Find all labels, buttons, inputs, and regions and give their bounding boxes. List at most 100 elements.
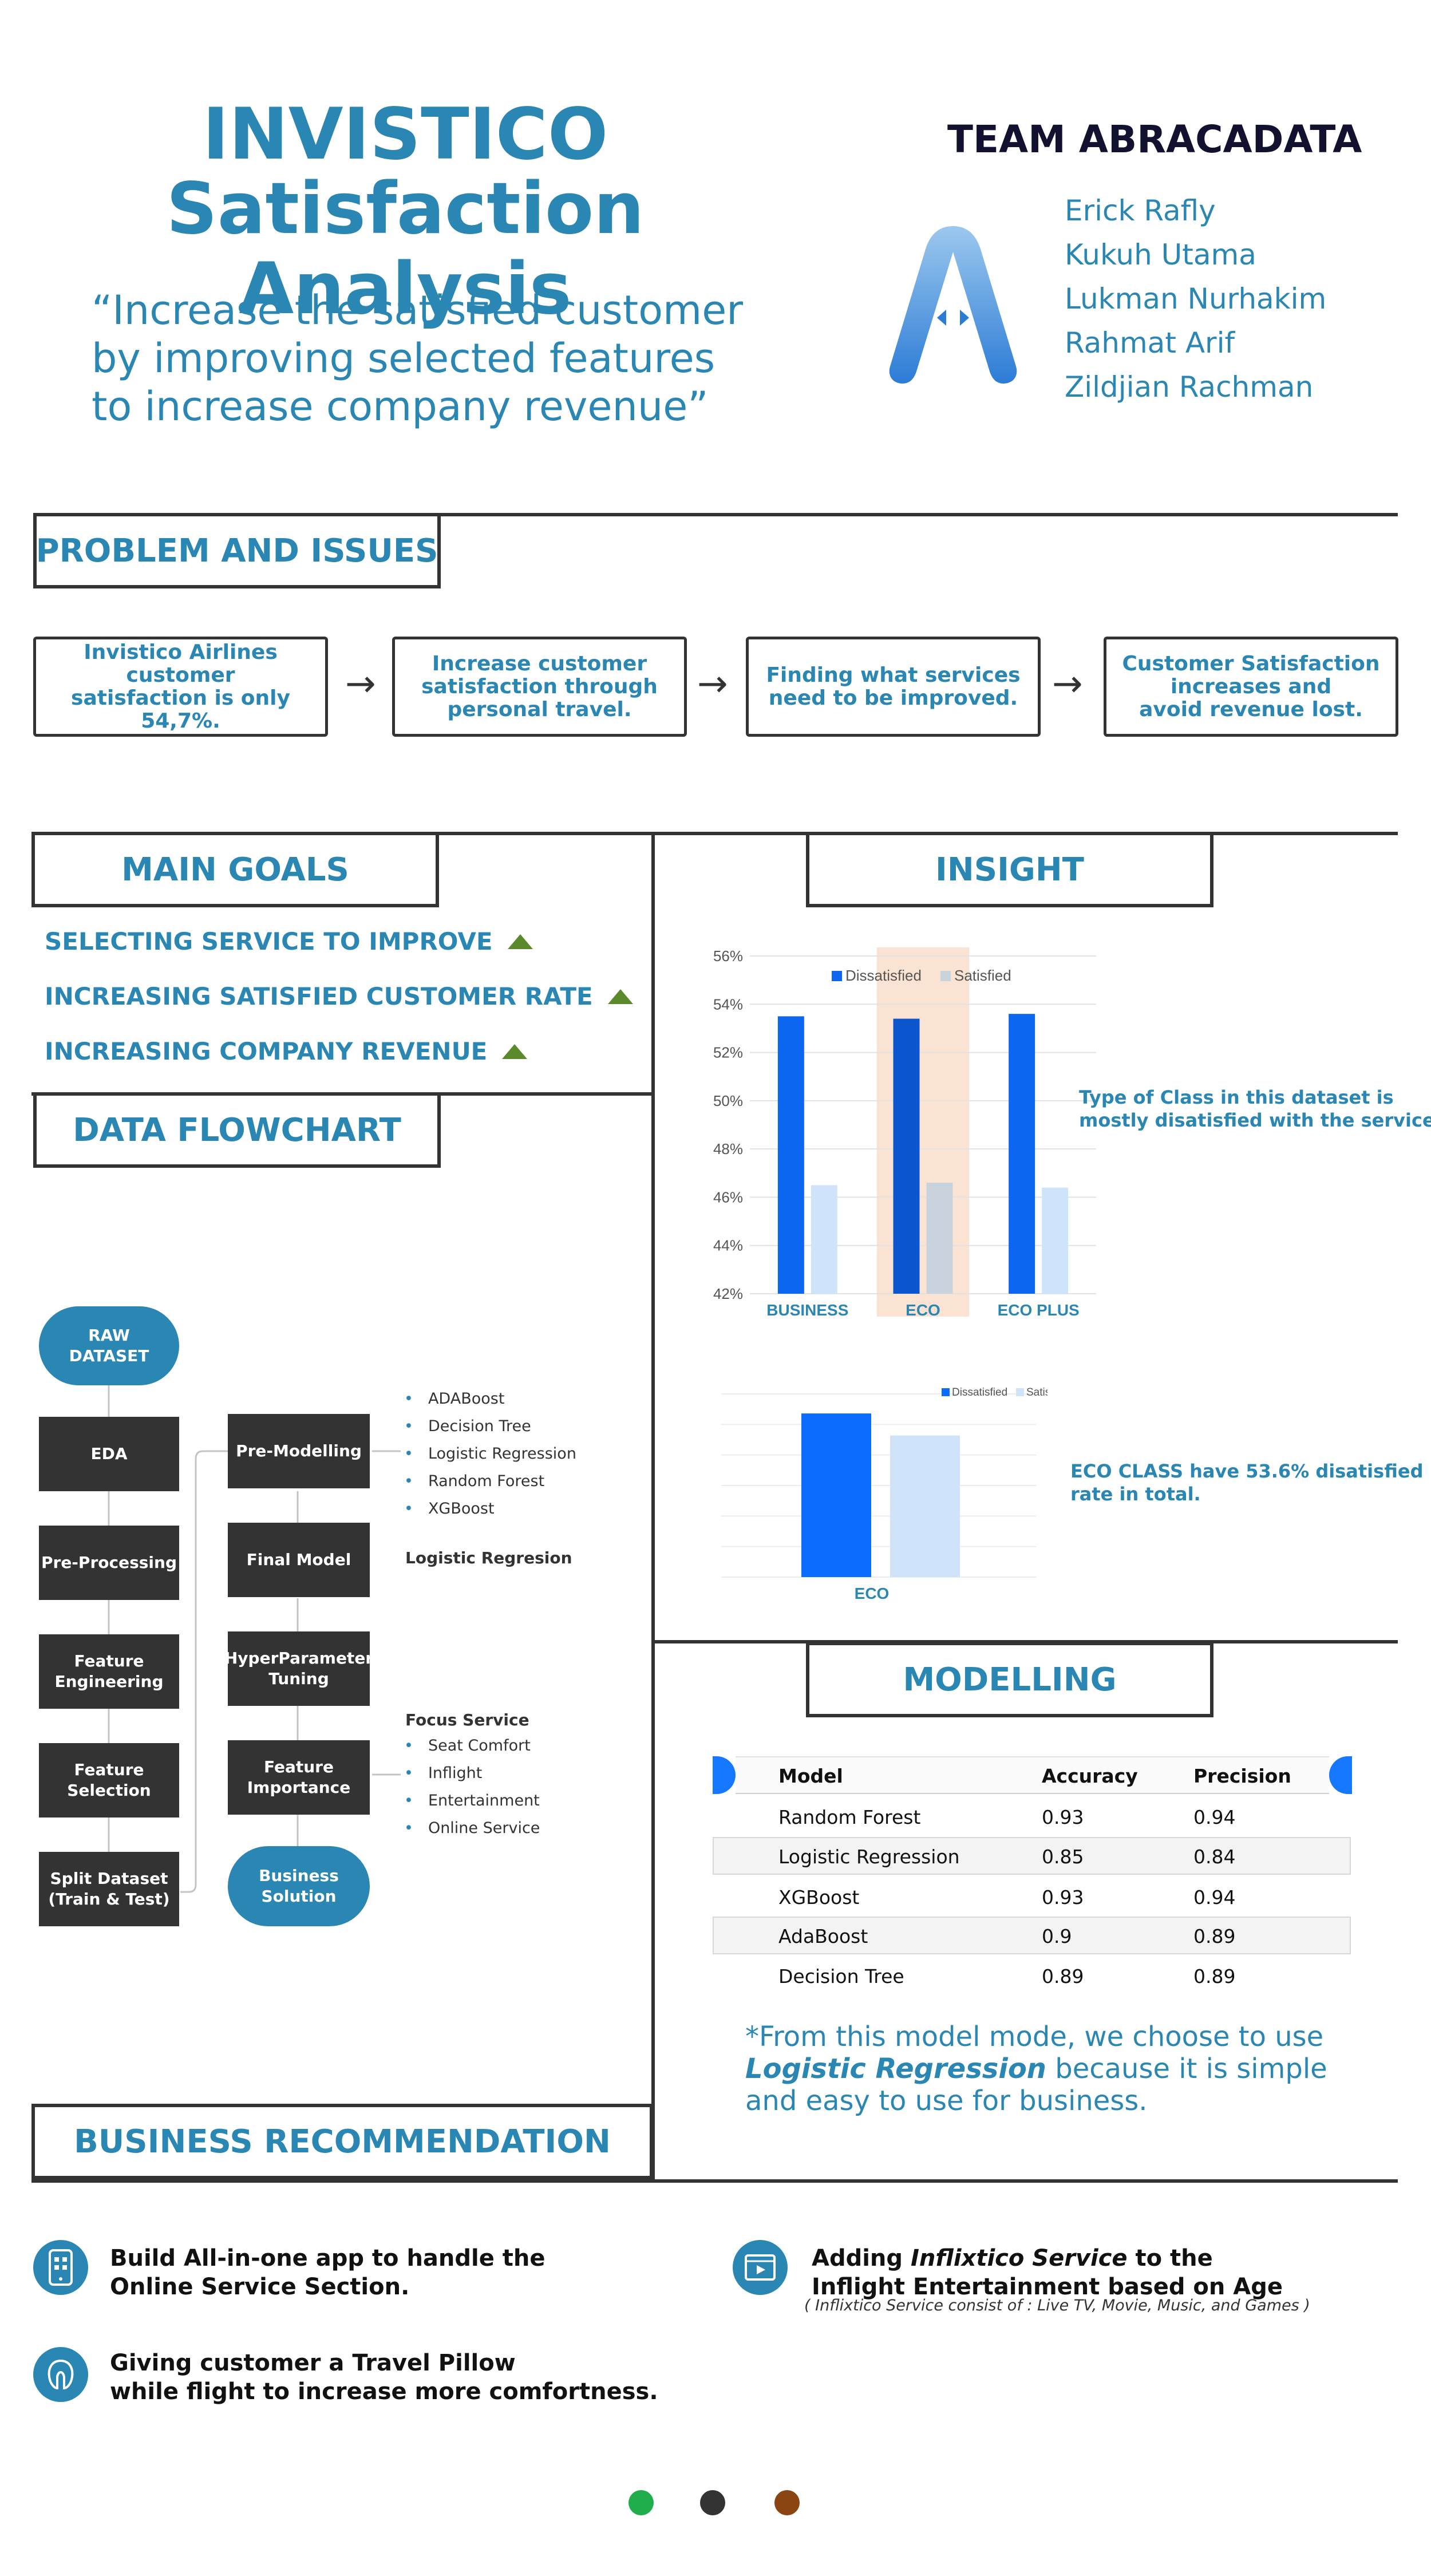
recommendation-line: Build All-in-one app to handle the xyxy=(110,2245,545,2271)
legend-swatch xyxy=(1016,1388,1024,1396)
modelling-heading: MODELLING xyxy=(806,1642,1213,1717)
divider-line xyxy=(651,832,655,2183)
goals-heading: MAIN GOALS xyxy=(31,832,439,907)
legend-swatch xyxy=(832,971,842,981)
recommendation-text: Adding xyxy=(812,2245,911,2271)
problem-step: Finding what services need to be improve… xyxy=(746,637,1041,737)
flowchart-node: Pre-Processing xyxy=(39,1526,179,1600)
y-tick-label: 54% xyxy=(713,995,743,1013)
team-member: Erick Rafly xyxy=(1065,194,1216,227)
table-cell: Decision Tree xyxy=(778,1965,904,1988)
team-member: Rahmat Arif xyxy=(1065,326,1235,359)
tagline: “Increase the satisfied customer by impr… xyxy=(92,286,743,430)
bar xyxy=(811,1185,837,1294)
footer-dot xyxy=(774,2490,800,2515)
model-list-item: Logistic Regression xyxy=(401,1440,576,1468)
insight-note-line: rate in total. xyxy=(1070,1483,1201,1505)
legend-swatch xyxy=(940,971,951,981)
team-member: Zildjian Rachman xyxy=(1065,370,1314,404)
model-note-emphasis: Logistic Regression xyxy=(745,2053,1046,2085)
table-pill-left xyxy=(713,1756,736,1794)
triangle-up-icon xyxy=(607,989,633,1004)
focus-service-item: Entertainment xyxy=(401,1787,540,1815)
problem-heading: PROBLEM AND ISSUES xyxy=(33,513,441,588)
team-member: Kukuh Utama xyxy=(1065,238,1256,271)
table-cell: 0.85 xyxy=(1042,1846,1084,1868)
recommendation-line: Adding Inflixtico Service to the xyxy=(812,2244,1283,2273)
model-list-item: XGBoost xyxy=(401,1495,576,1523)
flowchart-node: Feature Importance xyxy=(228,1740,370,1815)
bar xyxy=(777,1016,804,1294)
goal-label: SELECTING SERVICE TO IMPROVE xyxy=(45,927,493,955)
arrow-right-icon: → xyxy=(345,663,376,705)
recommendation-subnote: ( Inflixtico Service consist of : Live T… xyxy=(804,2297,1310,2314)
class-satisfaction-chart: 42% 44% 46% 48% 50% 52% 54% 56% BUSINESS ECO ECO P… xyxy=(713,947,1096,1319)
legend-label: Dissatisfied xyxy=(845,967,922,984)
legend-label: Satisfied xyxy=(954,967,1011,984)
y-tick-label: 42% xyxy=(713,1285,743,1302)
model-conclusion: *From this model mode, we choose to use … xyxy=(745,2021,1327,2117)
table-row: Random Forest 0.93 0.94 xyxy=(713,1799,1351,1836)
travel-pillow-icon xyxy=(33,2347,88,2402)
table-row: AdaBoost 0.9 0.89 xyxy=(713,1917,1351,1954)
model-note-line: and easy to use for business. xyxy=(745,2085,1148,2117)
focus-service-list: Seat Comfort Inflight Entertainment Onli… xyxy=(401,1732,540,1842)
table-row: XGBoost 0.93 0.94 xyxy=(713,1879,1351,1917)
table-cell: Logistic Regression xyxy=(778,1846,960,1868)
insight-note-line: ECO CLASS have 53.6% disatisfied xyxy=(1070,1460,1424,1482)
main-title-line1: INVISTICO xyxy=(202,93,608,176)
table-cell: 0.89 xyxy=(1193,1925,1236,1947)
team-logo-icon xyxy=(889,226,1017,384)
table-cell: Random Forest xyxy=(778,1806,921,1828)
team-member: Lukman Nurhakim xyxy=(1065,282,1327,315)
goal-label: INCREASING SATISFIED CUSTOMER RATE xyxy=(45,982,593,1010)
arrow-right-icon: → xyxy=(697,663,728,705)
bar xyxy=(801,1413,871,1577)
model-list-item: Random Forest xyxy=(401,1468,576,1495)
y-tick-label: 52% xyxy=(713,1044,743,1061)
business-solution-node: Business Solution xyxy=(228,1846,370,1926)
insight-heading: INSIGHT xyxy=(806,832,1213,907)
triangle-up-icon xyxy=(502,1044,528,1059)
legend-swatch xyxy=(942,1388,950,1396)
table-cell: 0.89 xyxy=(1042,1965,1084,1988)
recommendation-item: Adding Inflixtico Service to the Infligh… xyxy=(812,2244,1283,2301)
column-header: Model xyxy=(778,1765,843,1787)
goal-item: SELECTING SERVICE TO IMPROVE xyxy=(45,927,533,955)
insight-note: ECO CLASS have 53.6% disatisfied rate in… xyxy=(1070,1460,1424,1506)
highlight-band xyxy=(876,947,970,1317)
model-note-line: *From this model mode, we choose to use xyxy=(745,2021,1324,2053)
x-tick-label: ECO xyxy=(855,1585,890,1602)
flowchart-node: Feature Selection xyxy=(39,1743,179,1818)
team-title: TEAM ABRACADATA xyxy=(947,117,1362,161)
divider-line xyxy=(31,2179,1398,2183)
footer-dot xyxy=(628,2490,654,2515)
table-row: Logistic Regression 0.85 0.84 xyxy=(713,1837,1351,1875)
column-header: Accuracy xyxy=(1042,1765,1138,1787)
table-cell: 0.93 xyxy=(1042,1806,1084,1828)
team-members: Erick Rafly Kukuh Utama Lukman Nurhakim … xyxy=(1065,189,1326,409)
table-cell: XGBoost xyxy=(778,1886,860,1909)
bar xyxy=(1042,1187,1069,1294)
recommendation-line: Online Service Section. xyxy=(110,2274,410,2300)
x-tick-label: ECO xyxy=(906,1301,940,1319)
table-cell: 0.89 xyxy=(1193,1965,1236,1988)
model-list: ADABoost Decision Tree Logistic Regressi… xyxy=(401,1385,576,1523)
tagline-line: “Increase the satisfied customer xyxy=(92,287,744,334)
focus-service-item: Online Service xyxy=(401,1815,540,1842)
problem-step: Increase customer satisfaction through p… xyxy=(392,637,687,737)
x-tick-label: BUSINESS xyxy=(766,1301,848,1319)
recommendation-item: Giving customer a Travel Pillow while fl… xyxy=(110,2349,658,2406)
tagline-line: by improving selected features xyxy=(92,335,716,382)
bar xyxy=(926,1183,953,1294)
goal-label: INCREASING COMPANY REVENUE xyxy=(45,1037,488,1065)
table-pill-right xyxy=(1329,1756,1352,1794)
problem-step: Invistico Airlines customer satisfaction… xyxy=(33,637,328,737)
table-header: Model Accuracy Precision xyxy=(736,1756,1329,1794)
recommendation-line: while flight to increase more comfortnes… xyxy=(110,2379,658,2405)
triangle-up-icon xyxy=(507,934,533,949)
flowchart-node: Pre-Modelling xyxy=(228,1414,370,1488)
legend-label: Satisfied xyxy=(1026,1386,1047,1398)
recommendation-line: Giving customer a Travel Pillow xyxy=(110,2350,516,2376)
table-cell: 0.84 xyxy=(1193,1846,1236,1868)
